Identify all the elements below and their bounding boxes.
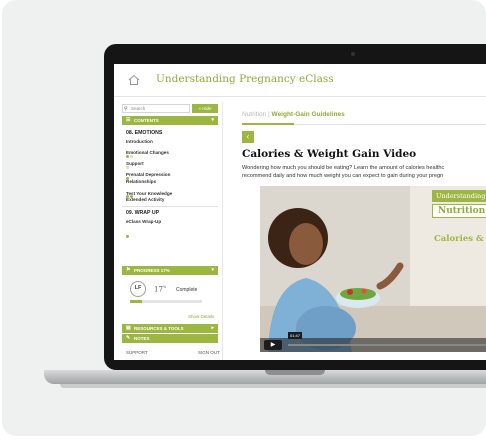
list-item[interactable]: Extended Activity — [126, 197, 214, 203]
chevron-down-icon: ▾ — [211, 267, 214, 273]
breadcrumb-current: Weight-Gain Guidelines — [271, 111, 345, 118]
back-button[interactable]: ‹ — [242, 131, 254, 143]
laptop-screen: Understanding Pregnancy eClass Search ⚲ … — [114, 64, 486, 360]
list-item[interactable]: Prenatal Depression — [126, 172, 214, 178]
section-title: 08. EMOTIONS — [126, 130, 163, 136]
breadcrumb-parent[interactable]: Nutrition — [242, 111, 266, 118]
list-item[interactable]: Emotional Changes — [126, 150, 214, 156]
search-input[interactable]: Search — [122, 104, 190, 113]
breadcrumb-separator: | — [268, 111, 270, 118]
video-controls: ▶ 01:47 — [260, 332, 486, 352]
video-player[interactable]: Understanding Nutrition Calories & W ▶ 0… — [260, 186, 486, 352]
laptop-camera — [351, 52, 355, 56]
resources-header[interactable]: ▤ RESOURCES & TOOLS ▸ — [122, 324, 218, 333]
chevron-down-icon: ▾ — [211, 117, 214, 123]
edit-icon: ✎ — [126, 335, 131, 341]
laptop-foot — [60, 384, 486, 388]
home-icon[interactable] — [128, 74, 140, 86]
progress-percent: 17% — [154, 285, 167, 294]
progress-fill — [130, 300, 143, 303]
hide-sidebar-button[interactable]: « Hide — [192, 104, 218, 113]
notes-header[interactable]: ✎ NOTES — [122, 334, 218, 343]
list-item[interactable]: Relationships — [126, 179, 214, 185]
contents-label: CONTENTS — [134, 118, 159, 123]
chevron-right-icon: ▸ — [211, 325, 214, 331]
app-header: Understanding Pregnancy eClass — [114, 64, 486, 97]
video-time: 01:47 — [288, 332, 303, 339]
show-details-link[interactable]: Show Details — [188, 314, 214, 319]
hide-label: Hide — [202, 106, 212, 111]
list-item[interactable]: Support — [126, 161, 214, 167]
progress-status: Complete — [176, 287, 198, 293]
page-description: Wondering how much you should be eating?… — [242, 165, 445, 179]
play-button[interactable]: ▶ — [264, 340, 282, 350]
resources-label: RESOURCES & TOOLS — [134, 326, 184, 331]
support-link[interactable]: SUPPORT — [126, 350, 148, 355]
laptop-notch — [265, 370, 325, 375]
page-title: Calories & Weight Gain Video — [242, 148, 417, 160]
list-icon: ☰ — [126, 117, 131, 123]
breadcrumb: Nutrition | Weight-Gain Guidelines — [242, 111, 345, 118]
search-icon: ⚲ — [124, 106, 128, 112]
progress-bar — [130, 300, 202, 303]
breadcrumb-underline — [242, 123, 294, 125]
progress-dots — [126, 225, 130, 238]
list-item[interactable]: eClass Wrap-Up — [126, 219, 214, 225]
app-title: Understanding Pregnancy eClass — [156, 73, 334, 85]
avatar: LF — [130, 281, 146, 297]
contents-header[interactable]: ☰ CONTENTS ▾ — [122, 116, 218, 125]
video-title-overlay: Understanding Nutrition Calories & W — [432, 190, 486, 244]
video-scrubber[interactable] — [288, 344, 486, 346]
progress-header[interactable]: ⚑ PROGRESS 17% ▾ — [122, 266, 218, 275]
list-item[interactable]: Test Your Knowledge — [126, 191, 214, 197]
list-item[interactable]: Introduction — [126, 139, 214, 145]
flag-icon: ⚑ — [126, 267, 131, 273]
progress-dots — [126, 167, 130, 180]
progress-dots — [126, 145, 134, 158]
progress-dots — [126, 185, 134, 198]
sidebar: Search ⚲ « Hide ☰ CONTENTS ▾ 08. EMOTION… — [118, 102, 223, 360]
search-row: Search ⚲ « Hide — [122, 104, 218, 113]
sign-out-link[interactable]: SIGN OUT — [198, 350, 220, 355]
progress-dots — [126, 156, 130, 169]
notes-label: NOTES — [134, 336, 150, 341]
section-title: 09. WRAP UP — [126, 210, 160, 216]
divider — [122, 206, 218, 207]
tools-icon: ▤ — [126, 325, 131, 331]
progress-label: PROGRESS 17% — [134, 268, 170, 273]
